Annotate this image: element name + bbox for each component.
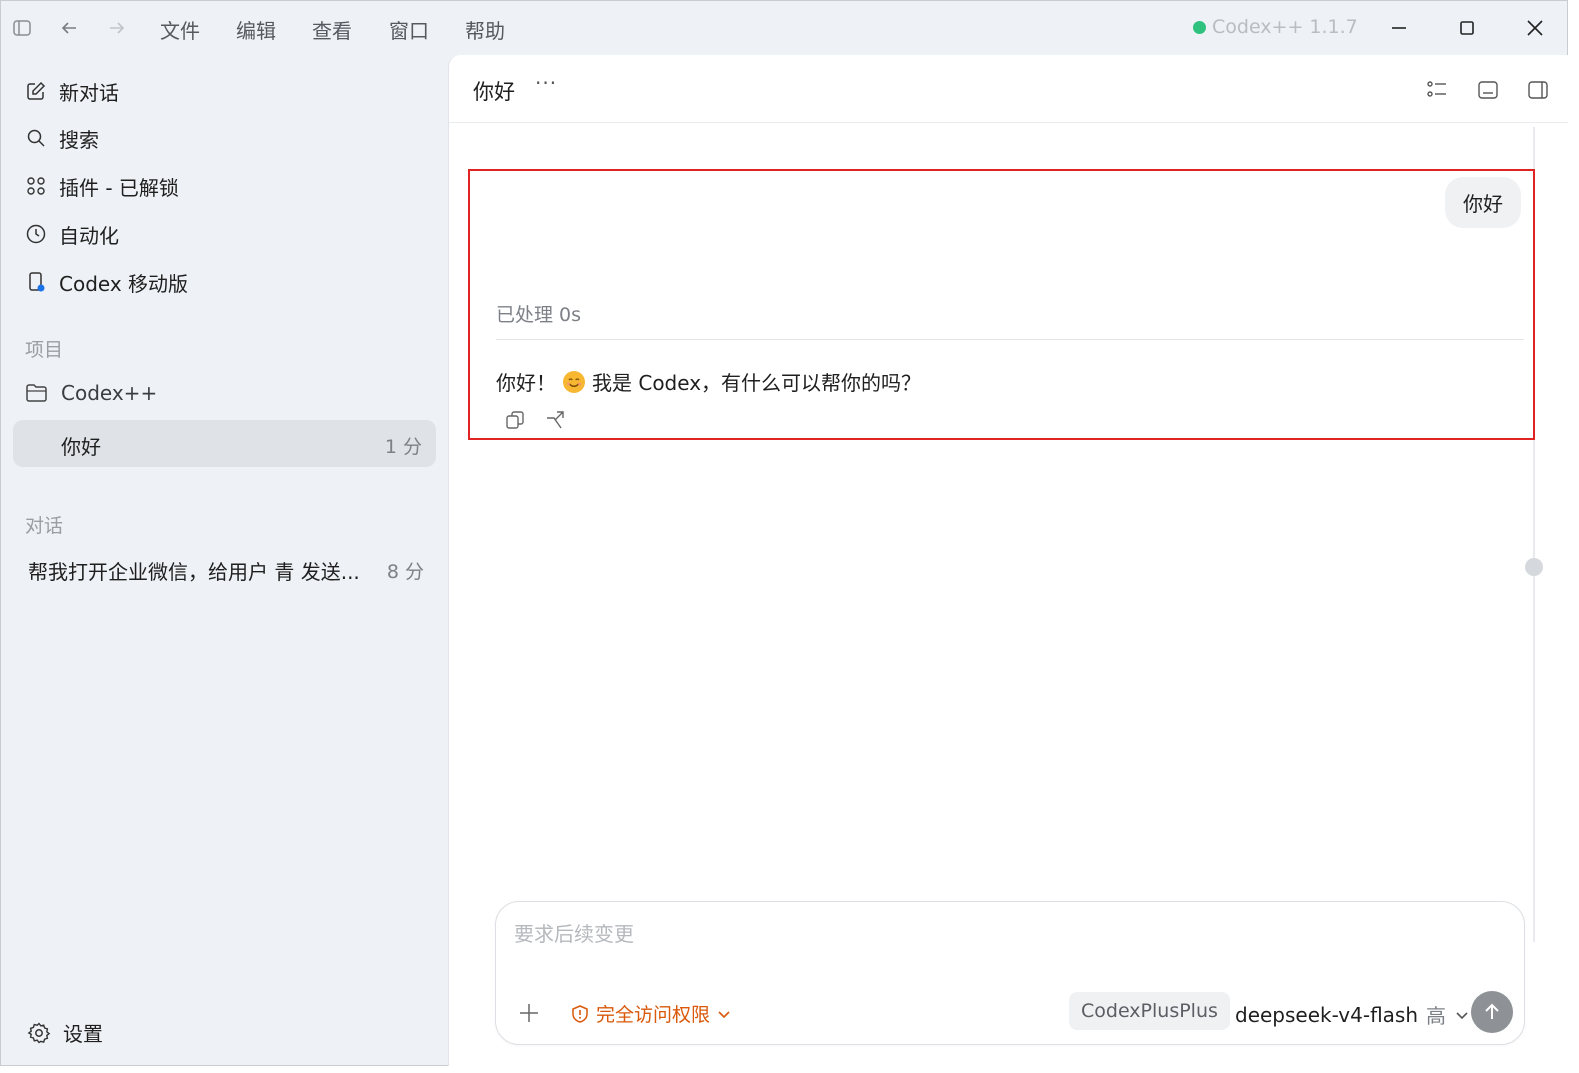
conversation-title: 帮我打开企业微信，给用户 青 发送... xyxy=(28,560,360,584)
bottom-panel-icon[interactable] xyxy=(1476,78,1500,102)
thread-item-active[interactable]: 你好 1 分 xyxy=(13,420,436,467)
close-icon[interactable] xyxy=(1522,15,1548,41)
clock-icon xyxy=(26,224,46,244)
menu-help[interactable]: 帮助 xyxy=(465,15,505,44)
smile-emoji-icon xyxy=(563,370,585,393)
gear-icon xyxy=(27,1021,51,1043)
chevron-down-icon xyxy=(1456,1011,1468,1019)
back-arrow-icon[interactable] xyxy=(59,18,79,38)
mobile-icon xyxy=(29,272,45,292)
thread-title: 你好 xyxy=(61,435,101,459)
warning-icon xyxy=(572,1004,588,1023)
sidebar: 新对话 搜索 插件 - 已解锁 自动化 Codex 移动版 项目 Codex++… xyxy=(1,55,447,1065)
divider xyxy=(496,339,1524,340)
forward-arrow-icon[interactable] xyxy=(107,18,127,38)
sidebar-toggle-icon[interactable] xyxy=(12,18,32,38)
sidebar-item-new-chat[interactable]: 新对话 xyxy=(25,76,119,106)
title-bar: 文件 编辑 查看 窗口 帮助 Codex++ 1.1.7 xyxy=(1,1,1567,55)
sidebar-item-search[interactable]: 搜索 xyxy=(25,123,99,153)
conversations-section-label: 对话 xyxy=(25,515,64,537)
menu-view[interactable]: 查看 xyxy=(312,15,352,44)
scrollbar-thumb[interactable] xyxy=(1525,558,1543,576)
conversation-time: 8 分 xyxy=(386,561,424,583)
model-name: deepseek-v4-flash xyxy=(1235,1002,1419,1027)
edit-icon xyxy=(27,81,46,100)
processed-status[interactable]: 已处理 0s xyxy=(496,300,581,327)
menu-edit[interactable]: 编辑 xyxy=(236,15,276,44)
chat-header: 你好 ··· xyxy=(449,55,1568,123)
send-button[interactable] xyxy=(1471,991,1513,1033)
sidebar-item-plugins[interactable]: 插件 - 已解锁 xyxy=(25,171,179,201)
status-dot-icon xyxy=(1193,20,1206,34)
thread-time: 1 分 xyxy=(384,436,422,458)
project-folder[interactable]: Codex++ xyxy=(25,381,157,405)
settings-button[interactable]: 设置 xyxy=(27,1018,103,1047)
page-title: 你好 xyxy=(473,80,515,104)
side-panel-icon[interactable] xyxy=(1526,78,1550,102)
message-highlight-box: 你好 已处理 0s 你好！ 我是 Codex，有什么可以帮你的吗？ xyxy=(468,169,1535,440)
chevron-down-icon xyxy=(718,1010,730,1018)
user-message-bubble: 你好 xyxy=(1445,177,1521,228)
sidebar-item-automation[interactable]: 自动化 xyxy=(25,219,119,249)
projects-section-label: 项目 xyxy=(25,339,64,361)
app-window: 文件 编辑 查看 窗口 帮助 Codex++ 1.1.7 新对话 搜索 插件 -… xyxy=(0,0,1568,1066)
search-icon xyxy=(27,129,45,147)
follow-up-input[interactable] xyxy=(514,922,1414,946)
folder-icon xyxy=(26,384,47,402)
assistant-message: 你好！ 我是 Codex，有什么可以帮你的吗？ xyxy=(496,370,922,395)
permission-dropdown[interactable]: 完全访问权限 xyxy=(570,1000,732,1027)
plugins-icon xyxy=(27,177,45,195)
conversation-item[interactable]: 帮我打开企业微信，给用户 青 发送... 8 分 xyxy=(28,556,436,585)
reasoning-level: 高 xyxy=(1426,1004,1447,1028)
provider-chip[interactable]: CodexPlusPlus xyxy=(1069,992,1230,1030)
add-attachment-icon[interactable] xyxy=(516,1000,542,1026)
copy-icon[interactable] xyxy=(504,409,526,431)
arrow-up-icon xyxy=(1485,1003,1499,1019)
fork-icon[interactable] xyxy=(544,409,566,431)
more-options-button[interactable]: ··· xyxy=(535,71,557,95)
list-view-icon[interactable] xyxy=(1425,78,1449,102)
model-selector[interactable]: deepseek-v4-flash 高 xyxy=(1235,1000,1470,1029)
minimize-icon[interactable] xyxy=(1386,15,1412,41)
sidebar-item-mobile[interactable]: Codex 移动版 xyxy=(25,267,188,297)
composer: 完全访问权限 CodexPlusPlus deepseek-v4-flash 高 xyxy=(495,901,1525,1045)
maximize-icon[interactable] xyxy=(1454,15,1480,41)
chat-panel: 你好 ··· 你好 已处理 0s 你好！ 我是 Codex，有什么可以帮你的吗？ xyxy=(448,55,1568,1066)
menu-window[interactable]: 窗口 xyxy=(389,15,429,44)
app-version: Codex++ 1.1.7 xyxy=(1193,16,1358,38)
menu-file[interactable]: 文件 xyxy=(160,15,200,44)
